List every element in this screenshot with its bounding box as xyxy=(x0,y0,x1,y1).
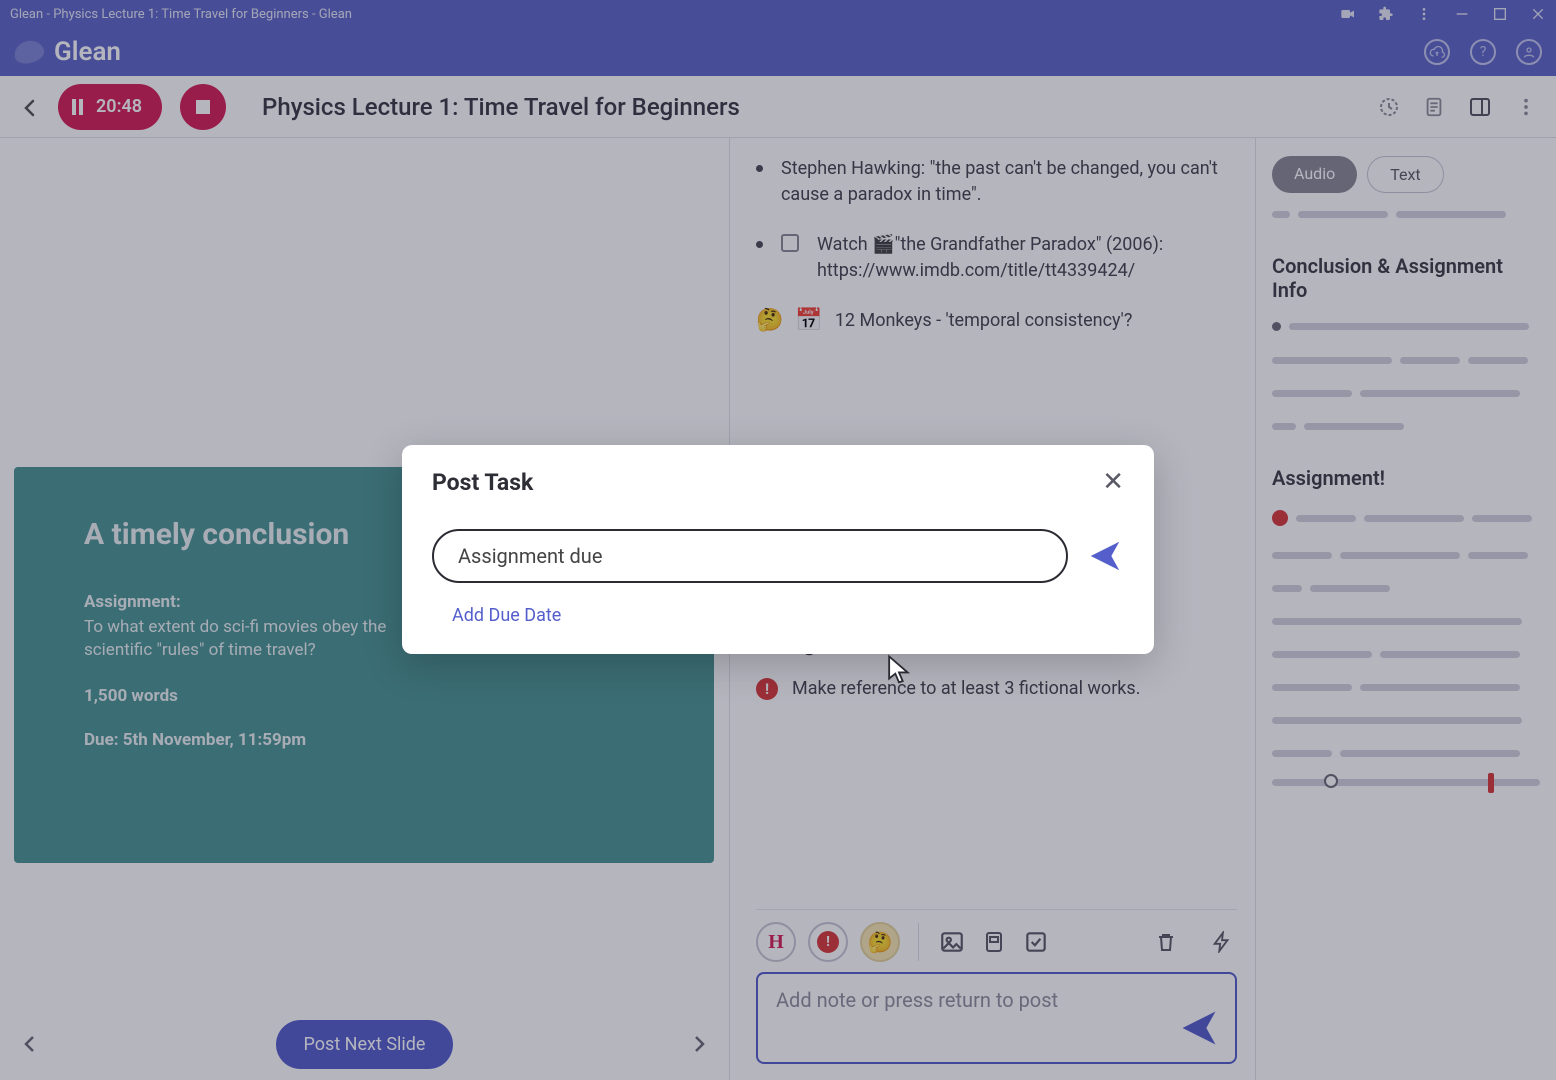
task-input[interactable] xyxy=(432,529,1068,583)
post-task-modal: Post Task ✕ Add Due Date xyxy=(402,445,1154,654)
task-submit-button[interactable] xyxy=(1086,537,1124,575)
modal-close-button[interactable]: ✕ xyxy=(1102,467,1124,497)
add-due-date-link[interactable]: Add Due Date xyxy=(432,605,1124,626)
modal-title: Post Task xyxy=(432,469,533,496)
